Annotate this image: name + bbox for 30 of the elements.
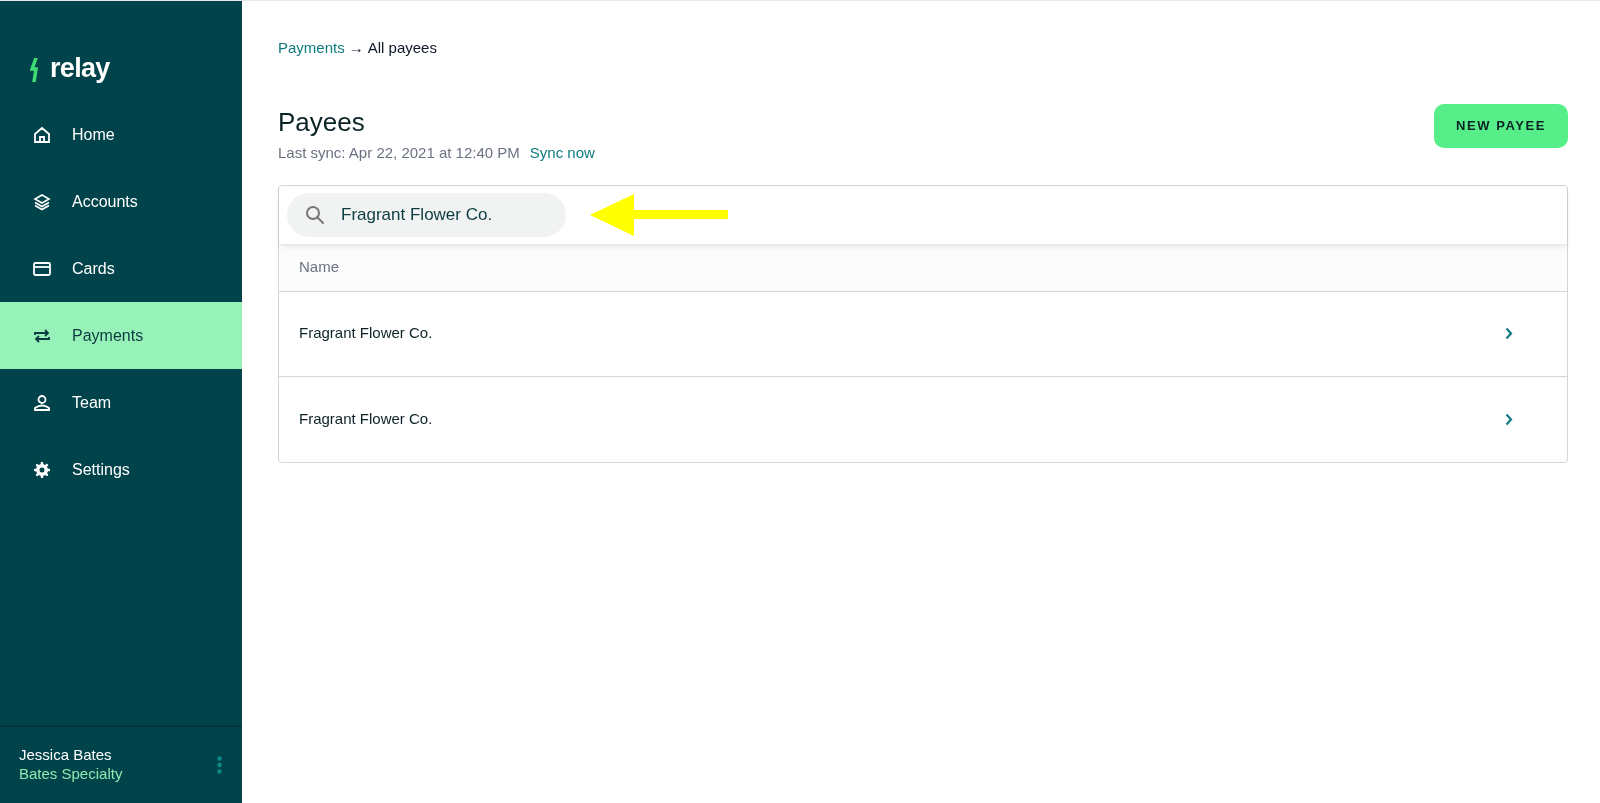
- transfer-arrows-icon: [33, 326, 51, 345]
- breadcrumb-link[interactable]: Payments: [278, 37, 345, 60]
- nav-item[interactable]: Accounts: [0, 168, 242, 235]
- card-icon: [33, 261, 51, 276]
- payee-row[interactable]: Fragrant Flower Co.: [279, 376, 1567, 462]
- breadcrumb-current: All payees: [367, 38, 437, 58]
- payee-row[interactable]: Fragrant Flower Co.: [279, 291, 1567, 377]
- chevron-right-icon: [1505, 327, 1513, 340]
- company-name: Bates Specialty: [19, 765, 123, 784]
- nav-item[interactable]: Cards: [0, 235, 242, 302]
- chevron-right-icon: [1505, 412, 1513, 426]
- page-title: Payees: [278, 105, 366, 138]
- home-icon: [33, 125, 51, 144]
- nav-item[interactable]: Home: [0, 101, 242, 168]
- more-icon[interactable]: [217, 756, 222, 774]
- settings-icon: [34, 461, 50, 478]
- search-field[interactable]: Fragrant Flower Co.: [287, 192, 566, 237]
- logo-text: relay: [50, 54, 110, 82]
- person-icon: [33, 393, 51, 412]
- search-icon: [305, 204, 325, 225]
- breadcrumb-separator: →: [348, 38, 364, 58]
- nav-item[interactable]: Team: [0, 369, 242, 436]
- layers-icon: [33, 192, 51, 211]
- sync-now-link[interactable]: Sync now: [529, 142, 595, 165]
- nav-item[interactable]: Settings: [0, 436, 242, 503]
- nav-item[interactable]: Payments: [0, 302, 242, 369]
- user-name: Jessica Bates: [19, 746, 113, 765]
- column-header: Name: [299, 257, 339, 278]
- new-payee-button[interactable]: NEW PAYEE: [1434, 103, 1568, 148]
- last-sync-text: Last sync: Apr 22, 2021 at 12:40 PM: [278, 143, 520, 163]
